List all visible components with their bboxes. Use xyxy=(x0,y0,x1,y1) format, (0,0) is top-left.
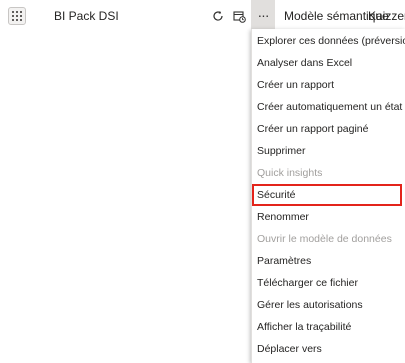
menu-item-explore-data[interactable]: Explorer ces données (préversion) xyxy=(257,30,405,52)
menu-item-download-file[interactable]: Télécharger ce fichier xyxy=(257,272,405,294)
workspace-view: BI Pack DSI ··· Modèle sémantique Kaizze… xyxy=(0,0,405,363)
menu-item-quick-insights: Quick insights xyxy=(257,167,323,179)
menu-item-security[interactable]: Sécurité xyxy=(257,184,405,206)
menu-item-delete[interactable]: Supprimer xyxy=(257,140,405,162)
menu-item-auto-create-report[interactable]: Créer automatiquement un état xyxy=(257,96,405,118)
schedule-refresh-icon[interactable] xyxy=(229,6,249,26)
menu-item-analyze-in-excel[interactable]: Analyser dans Excel xyxy=(257,52,405,74)
menu-item-settings[interactable]: Paramètres xyxy=(257,250,405,272)
grid-icon[interactable] xyxy=(8,7,26,25)
refresh-icon[interactable] xyxy=(208,6,228,26)
menu-item-view-lineage[interactable]: Afficher la traçabilité xyxy=(257,316,405,338)
menu-item-create-report[interactable]: Créer un rapport xyxy=(257,74,405,96)
menu-item-manage-permissions[interactable]: Gérer les autorisations xyxy=(257,294,405,316)
more-options-button[interactable]: ··· xyxy=(251,0,275,30)
menu-item-move-to[interactable]: Déplacer vers xyxy=(257,338,405,360)
dataset-name[interactable]: BI Pack DSI xyxy=(54,9,119,23)
menu-item-open-data-model: Ouvrir le modèle de données xyxy=(257,233,392,245)
more-options-icon: ··· xyxy=(257,7,270,23)
context-menu: Explorer ces données (préversion) Analys… xyxy=(251,29,405,363)
menu-item-rename[interactable]: Renommer xyxy=(257,206,405,228)
menu-item-create-paginated-report[interactable]: Créer un rapport paginé xyxy=(257,118,405,140)
dataset-owner: Kaizzen A xyxy=(368,9,405,23)
